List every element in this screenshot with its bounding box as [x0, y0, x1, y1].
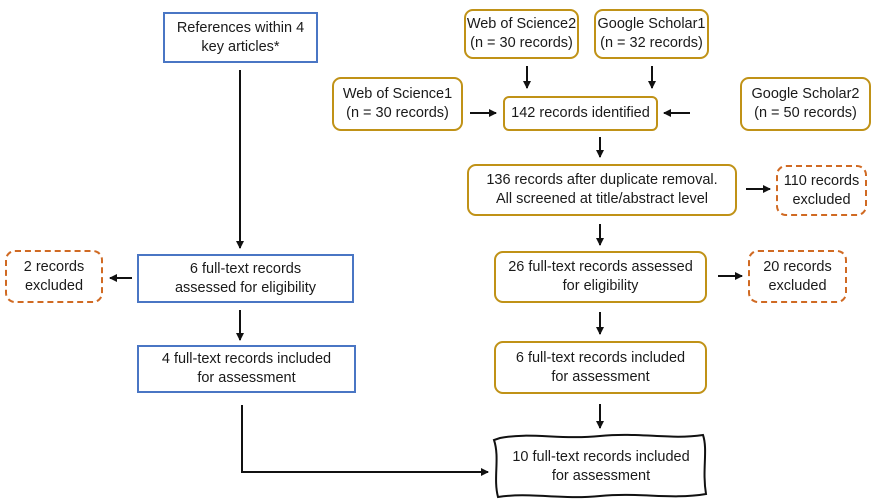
excluded-2-line-2: excluded — [24, 277, 84, 294]
gs2-line-1: Google Scholar2 — [751, 86, 860, 102]
wos1-box: Web of Science1 (n = 30 records) — [332, 77, 463, 131]
arrow-ref-included-to-final — [241, 405, 489, 476]
deduplicated-box: 136 records after duplicate removal. All… — [467, 164, 737, 216]
excluded-110-line-2: excluded — [792, 191, 851, 208]
gs1-line-2: (n = 32 records) — [600, 35, 703, 51]
wos2-line-2: (n = 30 records) — [470, 35, 573, 51]
identified-line-1: 142 records identified — [511, 105, 650, 121]
excluded-20-line-2: excluded — [768, 277, 827, 294]
excluded-20-line-1: 20 records — [763, 258, 832, 275]
excluded-2-line-1: 2 records — [23, 258, 85, 275]
wos1-line-2: (n = 30 records) — [346, 105, 449, 121]
ref-included-line-1: 4 full-text records included — [161, 351, 332, 367]
ref-included-box: 4 full-text records included for assessm… — [137, 345, 356, 393]
ref-fulltext-line-2: assessed for eligibility — [174, 279, 317, 296]
final-included-line-1: 10 full-text records included — [512, 449, 690, 465]
final-included-line-2: for assessment — [551, 468, 651, 484]
excluded-20-box: 20 records excluded — [748, 250, 847, 303]
ref-fulltext-line-1: 6 full-text records — [189, 260, 302, 277]
references-line-1: References within 4 — [176, 19, 305, 36]
db-fulltext-box: 26 full-text records assessed for eligib… — [494, 251, 707, 303]
ref-fulltext-box: 6 full-text records assessed for eligibi… — [137, 254, 354, 303]
db-included-box: 6 full-text records included for assessm… — [494, 341, 707, 394]
db-included-line-1: 6 full-text records included — [515, 349, 686, 366]
db-fulltext-line-1: 26 full-text records assessed — [508, 259, 693, 275]
deduplicated-line-2: All screened at title/abstract level — [496, 191, 708, 207]
excluded-110-box: 110 records excluded — [776, 165, 867, 216]
references-line-2: key articles* — [201, 38, 280, 55]
db-fulltext-line-2: for eligibility — [562, 278, 639, 294]
excluded-110-line-1: 110 records — [783, 172, 860, 189]
wos2-box: Web of Science2 (n = 30 records) — [464, 9, 579, 59]
identified-box: 142 records identified — [503, 96, 658, 131]
excluded-2-box: 2 records excluded — [5, 250, 103, 303]
deduplicated-line-1: 136 records after duplicate removal. — [486, 172, 718, 188]
gs2-line-2: (n = 50 records) — [754, 105, 857, 121]
gs2-box: Google Scholar2 (n = 50 records) — [740, 77, 871, 131]
wos2-line-1: Web of Science2 — [466, 16, 577, 32]
ref-included-line-2: for assessment — [197, 370, 296, 386]
gs1-line-1: Google Scholar1 — [597, 16, 706, 32]
gs1-box: Google Scholar1 (n = 32 records) — [594, 9, 709, 59]
wos1-line-1: Web of Science1 — [342, 86, 453, 102]
db-included-line-2: for assessment — [551, 368, 650, 385]
final-included-box: 10 full-text records included for assess… — [498, 440, 704, 494]
references-box: References within 4 key articles* — [163, 12, 318, 63]
